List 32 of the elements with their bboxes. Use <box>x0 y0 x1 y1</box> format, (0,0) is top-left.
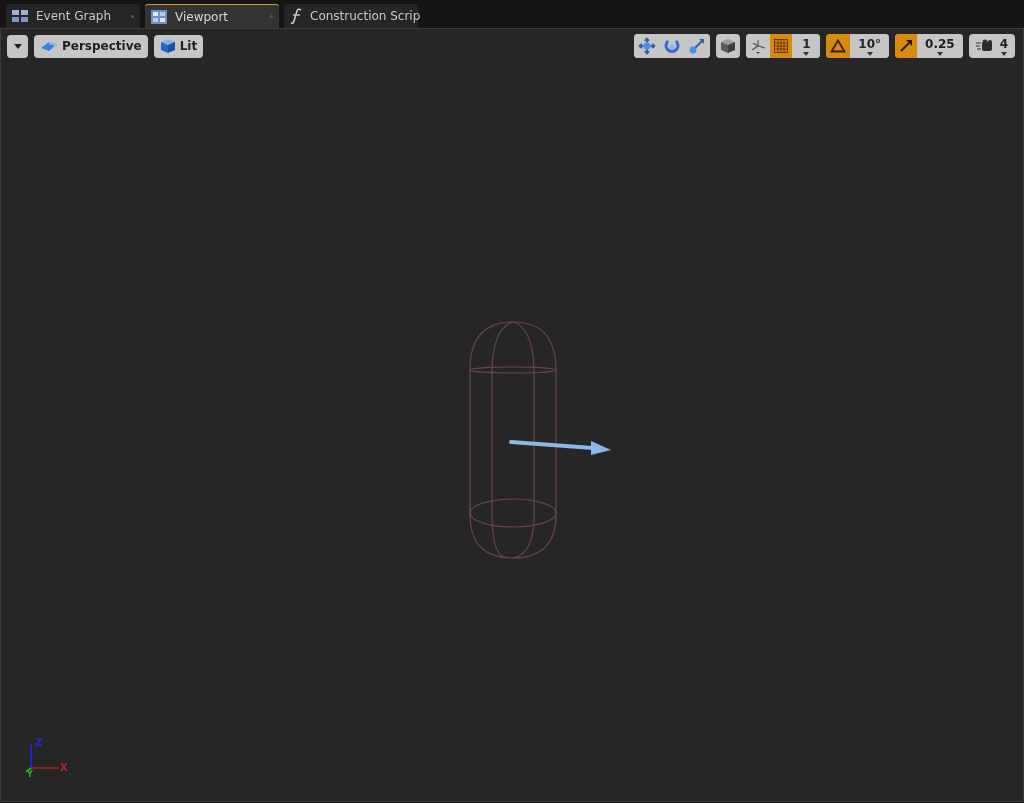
snap-toggle[interactable] <box>895 34 918 58</box>
window-icon <box>151 9 167 24</box>
function-icon <box>290 8 302 24</box>
caret-icon <box>866 51 873 56</box>
axis-label: Z <box>35 738 43 748</box>
tab[interactable]: Event Graph <box>6 4 140 28</box>
camera-icon <box>975 39 994 53</box>
arrow-icon <box>899 39 914 53</box>
surface-snap-icon <box>750 38 767 54</box>
cube-icon <box>159 38 176 54</box>
cube-icon <box>720 38 737 54</box>
snap-toggle[interactable] <box>770 34 793 58</box>
view-mode-button[interactable]: Lit <box>153 34 204 58</box>
scale-icon <box>688 37 707 55</box>
move-icon <box>638 37 657 55</box>
caret-icon <box>803 51 810 56</box>
view-mode-button[interactable]: Perspective <box>34 34 148 58</box>
close-dot-icon[interactable] <box>131 14 134 18</box>
snap-toggle[interactable] <box>826 34 851 58</box>
grid-icon <box>12 9 28 23</box>
tab[interactable]: Viewport <box>145 4 279 28</box>
caret-icon <box>936 51 943 56</box>
grid-icon <box>774 39 789 53</box>
box-icon <box>40 40 58 52</box>
caret-icon <box>13 43 22 49</box>
dropdown-button[interactable] <box>7 34 28 58</box>
caret-icon <box>1000 51 1007 56</box>
axis-label: X <box>60 763 68 773</box>
axis-label: Y <box>27 770 33 780</box>
rotate-icon <box>664 38 681 54</box>
triangle-icon <box>830 39 847 53</box>
tab[interactable]: Construction Scrip <box>284 4 418 28</box>
